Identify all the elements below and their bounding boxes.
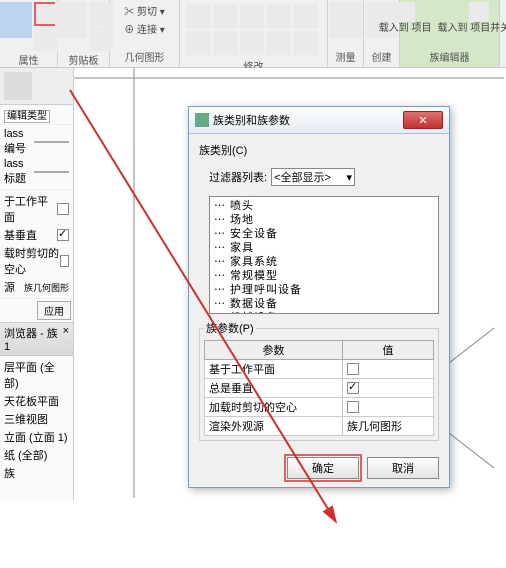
prop-field[interactable] <box>34 141 69 143</box>
category-tree[interactable]: ⋯ 喷头 ⋯ 场地 ⋯ 安全设备 ⋯ 家具 ⋯ 家具系统 ⋯ 常规模型 ⋯ 护理… <box>209 196 439 314</box>
modify-tool[interactable] <box>294 4 318 28</box>
chevron-down-icon: ▾ <box>347 171 353 184</box>
load-close-btn[interactable] <box>469 2 489 22</box>
tree-node[interactable]: 三维视图 <box>4 410 69 428</box>
category-label: 族类别(C) <box>199 142 439 158</box>
param-check[interactable] <box>347 363 359 375</box>
measure-btn[interactable] <box>330 2 362 38</box>
properties-palette: 编辑类型 lass 编号 lass 标题 于工作平面 基垂直 载时剪切的空心 源… <box>0 68 74 500</box>
browser-title: 浏览器 - 族1 <box>4 325 63 353</box>
family-category-dialog: 族类别和族参数 ✕ 族类别(C) 过滤器列表: <全部显示>▾ ⋯ 喷头 ⋯ 场… <box>188 106 450 488</box>
family-icon <box>4 72 32 100</box>
modify-tool[interactable] <box>240 31 264 55</box>
modify-tool[interactable] <box>213 31 237 55</box>
tree-item[interactable]: ⋯ 护理呼叫设备 <box>214 283 434 297</box>
ok-button[interactable]: 确定 <box>287 457 359 479</box>
prop-check[interactable] <box>60 255 69 267</box>
tree-node[interactable]: 纸 (全部) <box>4 446 69 464</box>
paste-btn[interactable] <box>55 2 87 38</box>
group-label-clipboard: 剪贴板 <box>69 51 99 68</box>
tree-item[interactable]: ⋯ 常规模型 <box>214 269 434 283</box>
modify-tool[interactable] <box>267 4 291 28</box>
close-icon[interactable]: × <box>63 325 69 353</box>
param-value: 族几何图形 <box>342 417 433 436</box>
load-close-label: 载入到 项目并关闭 <box>436 23 506 35</box>
tree-item[interactable]: ⋯ 家具 <box>214 241 434 255</box>
join-geom-btn[interactable]: ⊕ 连接 ▾ <box>122 20 167 37</box>
tree-node[interactable]: 天花板平面 <box>4 392 69 410</box>
tree-item[interactable]: ⋯ 安全设备 <box>214 227 434 241</box>
prop-label: lass 编号 <box>4 128 34 156</box>
group-label-properties: 属性 <box>19 51 39 68</box>
modify-tool[interactable] <box>267 31 291 55</box>
group-label-family-editor: 族编辑器 <box>430 48 470 65</box>
tree-node[interactable]: 层平面 (全部) <box>4 358 69 392</box>
load-into-project-label: 载入到 项目 <box>377 23 434 35</box>
tree-item[interactable]: ⋯ 数据设备 <box>214 297 434 311</box>
tree-item[interactable]: ⋯ 喷头 <box>214 199 434 213</box>
param-name: 基于工作平面 <box>205 360 343 379</box>
filter-label: 过滤器列表: <box>209 169 267 185</box>
prop-value: 族几何图形 <box>24 281 69 294</box>
prop-label: 于工作平面 <box>4 193 57 225</box>
modify-tool[interactable] <box>294 31 318 55</box>
edit-type-btn[interactable]: 编辑类型 <box>4 110 50 123</box>
tree-item[interactable]: ⋯ 机械设备 <box>214 311 434 314</box>
close-button[interactable]: ✕ <box>403 111 443 129</box>
filter-dropdown[interactable]: <全部显示>▾ <box>271 168 355 186</box>
properties-btn[interactable] <box>0 2 32 38</box>
prop-check[interactable] <box>57 229 69 241</box>
param-name: 加载时剪切的空心 <box>205 398 343 417</box>
group-label-measure: 测量 <box>336 48 356 65</box>
tree-item[interactable]: ⋯ 场地 <box>214 213 434 227</box>
cut-btn[interactable] <box>89 2 113 26</box>
cancel-button[interactable]: 取消 <box>367 457 439 479</box>
ribbon: 属性 剪贴板 ✂ 剪切 ▾ ⊕ 连接 ▾ 几何图形 修改 测量 创建 <box>0 0 506 68</box>
dialog-titlebar[interactable]: 族类别和族参数 ✕ <box>189 107 449 134</box>
col-param: 参数 <box>205 341 343 360</box>
prop-label: 源 <box>4 279 15 295</box>
param-check[interactable] <box>347 401 359 413</box>
param-name: 总是垂直 <box>205 379 343 398</box>
modify-tool[interactable] <box>186 31 210 55</box>
col-value: 值 <box>342 341 433 360</box>
tree-item[interactable]: ⋯ 家具系统 <box>214 255 434 269</box>
prop-field[interactable] <box>34 171 69 173</box>
params-table: 参数值 基于工作平面 总是垂直 加载时剪切的空心 渲染外观源族几何图形 <box>204 340 434 436</box>
group-label-geometry: 几何图形 <box>125 48 165 65</box>
param-name: 渲染外观源 <box>205 417 343 436</box>
apply-button[interactable]: 应用 <box>37 301 71 320</box>
prop-label: 基垂直 <box>4 227 37 243</box>
prop-label: lass 标题 <box>4 158 34 186</box>
modify-tool[interactable] <box>240 4 264 28</box>
load-into-project-btn[interactable] <box>395 2 415 22</box>
params-label: 族参数(P) <box>204 320 256 336</box>
prop-check[interactable] <box>57 203 69 215</box>
copy-btn[interactable] <box>89 27 113 51</box>
modify-tool[interactable] <box>186 4 210 28</box>
prop-label: 载时剪切的空心 <box>4 245 60 277</box>
tree-node[interactable]: 族 <box>4 464 69 482</box>
project-browser[interactable]: 层平面 (全部) 天花板平面 三维视图 立面 (立面 1) 纸 (全部) 族 <box>0 356 73 484</box>
dialog-icon <box>195 113 209 127</box>
cut-geom-btn[interactable]: ✂ 剪切 ▾ <box>122 2 167 19</box>
tree-node[interactable]: 立面 (立面 1) <box>4 428 69 446</box>
group-label-create: 创建 <box>372 48 392 65</box>
dialog-title: 族类别和族参数 <box>213 112 403 128</box>
modify-tool[interactable] <box>213 4 237 28</box>
param-check[interactable] <box>347 382 359 394</box>
